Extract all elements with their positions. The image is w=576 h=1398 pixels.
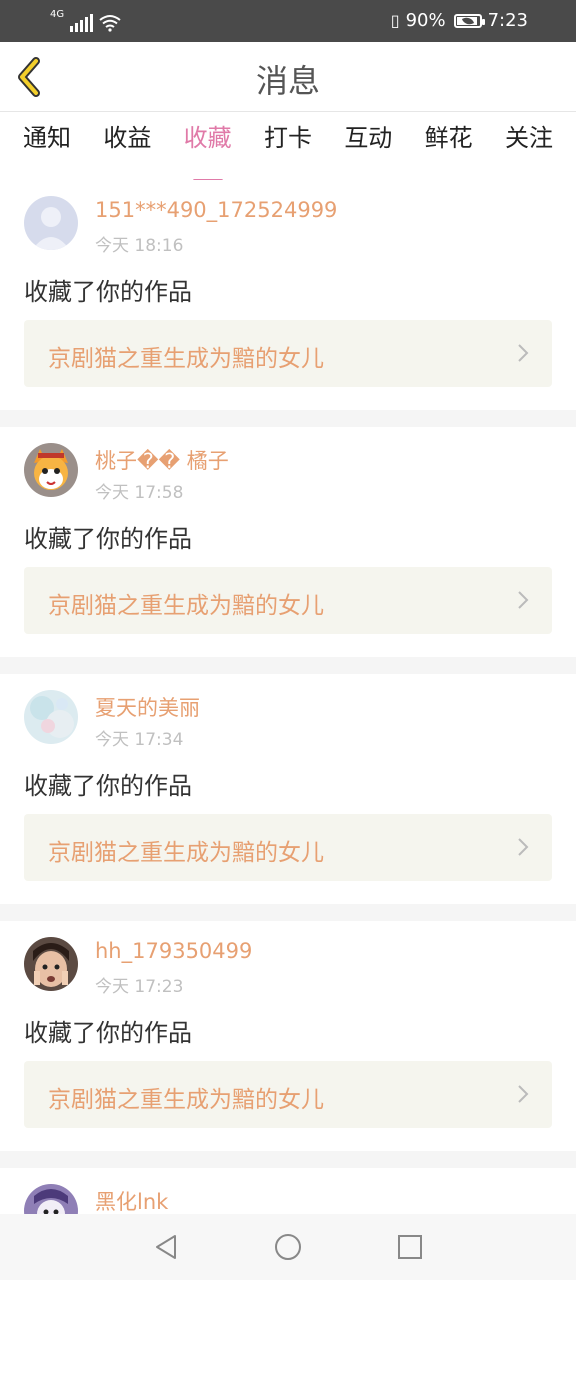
nav-back-button[interactable] (145, 1226, 187, 1268)
tab-flowers[interactable]: 鲜花 (425, 112, 473, 176)
chevron-right-icon (518, 591, 529, 609)
work-title: 京剧猫之重生成为黯的女儿 (48, 1087, 324, 1113)
timestamp: 今天 17:34 (95, 730, 184, 750)
clock: 7:23 (487, 10, 528, 31)
chevron-right-icon (518, 1085, 529, 1103)
cartoon-fox-icon (24, 443, 78, 497)
action-text: 收藏了你的作品 (24, 1019, 192, 1047)
work-link[interactable]: 京剧猫之重生成为黯的女儿 (24, 320, 552, 387)
signal-icon (70, 14, 94, 32)
timestamp: 今天 17:23 (95, 977, 184, 997)
username[interactable]: hh_179350499 (95, 939, 252, 963)
username[interactable]: 桃子�� 橘子 (95, 445, 229, 475)
tab-favorites[interactable]: 收藏 (184, 112, 232, 176)
username[interactable]: 151***490_172524999 (95, 198, 337, 222)
tab-interaction[interactable]: 互动 (344, 112, 392, 176)
battery-percent: 90% (405, 10, 446, 31)
circle-home-icon (275, 1234, 301, 1260)
timestamp: 今天 18:16 (95, 236, 184, 256)
status-right: ▯ 90% 7:23 (391, 10, 528, 31)
square-recents-icon (398, 1235, 422, 1259)
nav-recents-button[interactable] (389, 1226, 431, 1268)
app-header: 消息 (0, 42, 576, 112)
network-type: 4G (50, 9, 65, 20)
battery-icon (453, 13, 485, 28)
network-indicator: 4G (50, 10, 121, 32)
page-title: 消息 (255, 62, 320, 100)
default-avatar-icon (24, 196, 78, 250)
system-nav-bar (0, 1214, 576, 1280)
avatar[interactable] (24, 196, 78, 250)
avatar[interactable] (24, 690, 78, 744)
tab-income[interactable]: 收益 (103, 112, 151, 176)
list-item: 151***490_172524999 今天 18:16 收藏了你的作品 京剧猫… (0, 180, 576, 410)
username[interactable]: 黑化lnk (95, 1186, 168, 1216)
list-item: 桃子�� 橘子 今天 17:58 收藏了你的作品 京剧猫之重生成为黯的女儿 (0, 427, 576, 657)
child-photo-icon (24, 937, 78, 991)
work-title: 京剧猫之重生成为黯的女儿 (48, 840, 324, 866)
divider (0, 904, 576, 921)
action-text: 收藏了你的作品 (24, 772, 192, 800)
avatar[interactable] (24, 443, 78, 497)
pastel-avatar-icon (24, 690, 78, 744)
work-link[interactable]: 京剧猫之重生成为黯的女儿 (24, 567, 552, 634)
divider (0, 1151, 576, 1168)
divider (0, 410, 576, 427)
work-link[interactable]: 京剧猫之重生成为黯的女儿 (24, 814, 552, 881)
list-item: 夏天的美丽 今天 17:34 收藏了你的作品 京剧猫之重生成为黯的女儿 (0, 674, 576, 904)
vibrate-icon: ▯ (390, 11, 400, 30)
work-link[interactable]: 京剧猫之重生成为黯的女儿 (24, 1061, 552, 1128)
tab-notification[interactable]: 通知 (23, 112, 71, 176)
username[interactable]: 夏天的美丽 (95, 692, 200, 722)
tab-follow[interactable]: 关注 (505, 112, 553, 176)
status-bar: 4G ▯ 90% 7:23 (0, 0, 576, 42)
chevron-right-icon (518, 838, 529, 856)
divider (0, 657, 576, 674)
message-tabs: 通知 收益 收藏 打卡 互动 鲜花 关注 (0, 112, 576, 176)
nav-home-button[interactable] (267, 1226, 309, 1268)
list-item: hh_179350499 今天 17:23 收藏了你的作品 京剧猫之重生成为黯的… (0, 921, 576, 1151)
action-text: 收藏了你的作品 (24, 525, 192, 553)
avatar[interactable] (24, 937, 78, 991)
tab-checkin[interactable]: 打卡 (264, 112, 312, 176)
work-title: 京剧猫之重生成为黯的女儿 (48, 346, 324, 372)
wifi-icon (99, 15, 121, 32)
action-text: 收藏了你的作品 (24, 278, 192, 306)
list-item: 黑化lnk (0, 1168, 576, 1398)
work-title: 京剧猫之重生成为黯的女儿 (48, 593, 324, 619)
chevron-right-icon (518, 344, 529, 362)
triangle-back-icon (156, 1235, 176, 1259)
timestamp: 今天 17:58 (95, 483, 184, 503)
